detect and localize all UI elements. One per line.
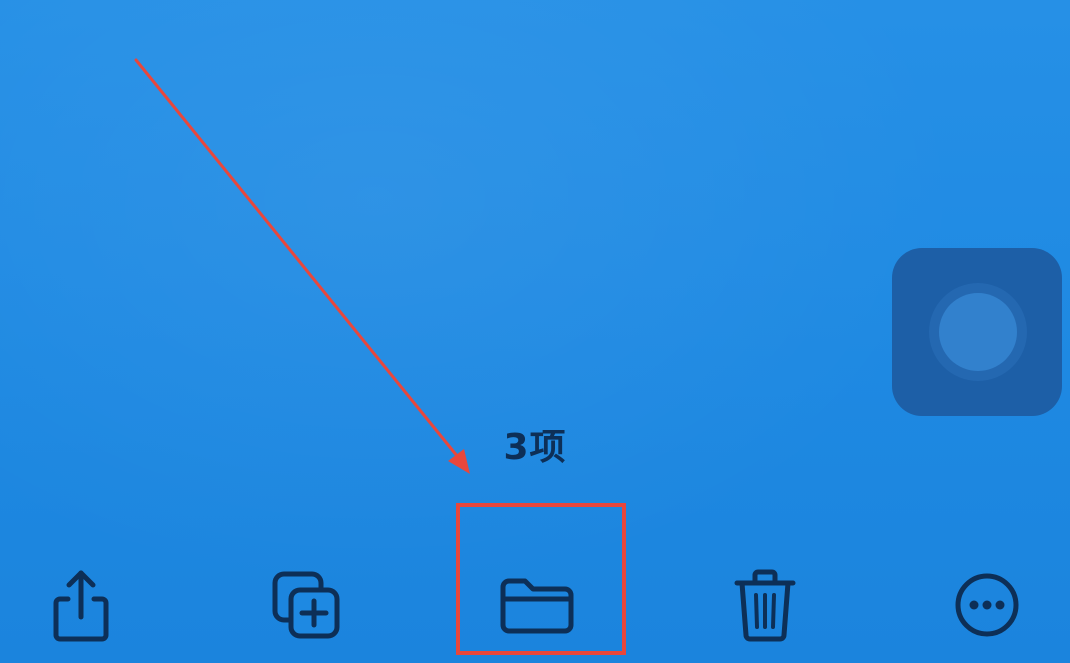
more-icon (955, 573, 1019, 637)
more-button[interactable] (942, 560, 1032, 650)
folder-icon (500, 578, 574, 634)
trash-icon (734, 569, 796, 642)
screen: 3项 (0, 0, 1070, 663)
share-icon (53, 570, 109, 642)
share-button[interactable] (36, 560, 126, 650)
delete-button[interactable] (720, 560, 810, 650)
assistive-touch-button[interactable] (892, 248, 1062, 416)
duplicate-icon (272, 571, 340, 639)
selection-count-label: 3项 (503, 427, 567, 468)
move-to-folder-button[interactable] (492, 560, 582, 650)
duplicate-button[interactable] (262, 560, 352, 650)
assistive-touch-icon (939, 293, 1017, 371)
